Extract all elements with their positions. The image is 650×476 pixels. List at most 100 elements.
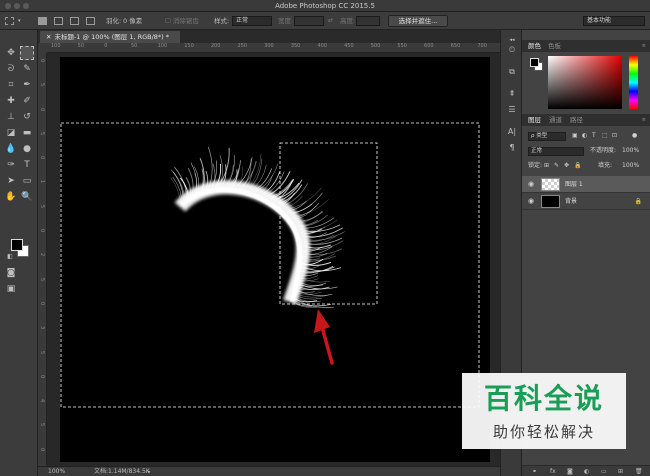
style-select[interactable]: 正常 [232,16,272,26]
vertical-ruler[interactable]: 0 5 0 5 0 1 5 0 2 5 0 3 5 0 4 5 0 [38,53,47,466]
status-menu-arrow-icon[interactable]: ▸ [148,467,151,476]
paragraph-panel-icon[interactable]: ¶ [506,142,518,154]
lasso-tool-icon[interactable]: ᘐ [4,62,18,76]
zoom-level[interactable]: 100% [48,467,65,476]
doc-info[interactable]: 文档:1.14M/834.5K [94,467,150,476]
adjustments-panel-icon[interactable]: ⇞ [506,88,518,100]
filter-smart-icon[interactable]: ⊡ [612,130,617,142]
zoom-tool-icon[interactable]: 🔍 [20,190,34,204]
lock-transparent-icon[interactable]: ⊞ [544,160,549,172]
intersect-selection-icon[interactable] [86,17,95,25]
antialias-checkbox[interactable]: ☐ 消除锯齿 [165,12,199,30]
watermark-title: 百科全说 [483,382,604,415]
layer-row-background[interactable]: ◉ 背景 🔒 [522,193,650,210]
ruler-tick-label: 0 [39,374,45,378]
document-tab-label: 未标题-1 @ 100% (图层 1, RGB/8*) * [54,33,170,41]
rect-marquee-preset-icon[interactable] [5,17,14,25]
canvas-selection-outline [60,122,480,408]
tab-swatches[interactable]: 色板 [548,40,561,52]
ruler-origin[interactable] [38,43,47,53]
new-group-icon[interactable]: ▭ [601,466,607,476]
link-layers-icon[interactable]: ⚭ [532,466,537,476]
layer-name[interactable]: 背景 [565,193,577,210]
visibility-eye-icon[interactable]: ◉ [528,176,536,193]
dodge-tool-icon[interactable]: ● [20,142,34,156]
screen-mode-icon[interactable]: ▣ [4,282,18,296]
default-colors-icon[interactable]: ◧ [3,250,17,264]
tab-paths[interactable]: 路径 [570,114,583,126]
lock-all-icon[interactable]: 🔒 [574,160,581,172]
brush-tool-icon[interactable]: ✐ [20,94,34,108]
feather-input[interactable]: 0 像素 [123,12,142,30]
fill-value[interactable]: 100% [622,160,639,172]
crop-tool-icon[interactable]: ⌗ [4,78,18,92]
hue-slider[interactable] [629,56,638,109]
shape-tool-icon[interactable]: ▭ [20,174,34,188]
tab-layers[interactable]: 图层 [528,114,541,126]
tools-panel: ✥ ᘐ ✎ ⌗ ✒ ✚ ✐ ⊥ ↺ ◪ ▬ 💧 ● ✑ T ➤ ▭ ✋ 🔍 ◧ … [0,30,38,476]
add-selection-icon[interactable] [54,17,63,25]
pen-tool-icon[interactable]: ✑ [4,158,18,172]
height-input[interactable] [356,16,380,26]
rect-marquee-tool-icon[interactable] [20,46,34,60]
blur-tool-icon[interactable]: 💧 [4,142,18,156]
swap-dimensions-icon[interactable]: ⇄ [328,12,333,30]
hand-tool-icon[interactable]: ✋ [4,190,18,204]
filter-toggle-icon[interactable]: ● [632,130,637,142]
layer-name[interactable]: 图层 1 [565,176,583,193]
title-bar: Adobe Photoshop CC 2015.5 [0,0,650,12]
filter-type-icon[interactable]: T [592,130,596,142]
layer-effects-button[interactable]: fx [550,466,556,476]
color-picker-field[interactable] [548,56,622,109]
layers-panel-menu-icon[interactable]: ≡ [642,114,646,126]
healing-brush-tool-icon[interactable]: ✚ [4,94,18,108]
quick-select-tool-icon[interactable]: ✎ [20,62,34,76]
layer-filter-select[interactable]: ρ 类型 [528,132,566,141]
color-panel-menu-icon[interactable]: ≡ [642,40,646,52]
layer-row-layer1[interactable]: ◉ 图层 1 [522,176,650,193]
actions-panel-icon[interactable]: ☰ [506,104,518,116]
visibility-eye-icon[interactable]: ◉ [528,193,536,210]
horizontal-ruler[interactable]: 100 50 0 50 100 150 200 250 300 350 400 450 500 550 60… [47,43,500,53]
select-and-mask-button[interactable]: 选择并遮住... [388,15,448,27]
filter-adjust-icon[interactable]: ◐ [582,130,587,142]
width-input[interactable] [294,16,324,26]
document-canvas[interactable] [60,57,490,462]
path-select-tool-icon[interactable]: ➤ [4,174,18,188]
tab-channels[interactable]: 通道 [549,114,562,126]
opacity-value[interactable]: 100% [622,145,639,157]
lock-position-icon[interactable]: ✥ [564,160,569,172]
eyedropper-tool-icon[interactable]: ✒ [20,78,34,92]
height-label: 高度: [340,17,356,25]
canvas-workspace[interactable] [47,53,500,466]
history-panel-icon[interactable]: ⏲ [506,44,518,56]
style-select-value: 正常 [236,17,249,24]
eraser-tool-icon[interactable]: ◪ [4,126,18,140]
tab-color[interactable]: 颜色 [528,40,541,52]
properties-panel-icon[interactable]: ⧉ [506,66,518,78]
close-doc-icon[interactable]: ✕ [46,33,51,41]
history-brush-tool-icon[interactable]: ↺ [20,110,34,124]
clone-stamp-tool-icon[interactable]: ⊥ [4,110,18,124]
lock-label: 锁定: [528,162,543,169]
quick-mask-icon[interactable]: ◙ [4,266,18,280]
document-tab[interactable]: ✕ 未标题-1 @ 100% (图层 1, RGB/8*) * [40,31,180,43]
workspace-select[interactable]: 基本功能 [583,16,645,26]
subtract-selection-icon[interactable] [70,17,79,25]
panel-foreground-swatch[interactable] [530,58,539,67]
character-panel-icon[interactable]: A| [506,126,518,138]
preset-dropdown-arrow-icon[interactable]: ▾ [18,12,21,30]
filter-pixel-icon[interactable]: ▣ [572,130,578,142]
adjustment-layer-icon[interactable]: ◐ [584,466,589,476]
add-mask-icon[interactable]: ◙ [567,466,573,476]
delete-layer-icon[interactable]: 🗑 [635,466,643,476]
ruler-tick-label: 5 [39,277,45,281]
blend-mode-select[interactable]: 正常 [528,147,584,156]
new-selection-icon[interactable] [38,17,47,25]
gradient-tool-icon[interactable]: ▬ [20,126,34,140]
type-tool-icon[interactable]: T [20,158,34,172]
move-tool-icon[interactable]: ✥ [4,46,18,60]
filter-shape-icon[interactable]: ⬚ [602,130,608,142]
lock-image-icon[interactable]: ✎ [554,160,559,172]
new-layer-icon[interactable]: ⊞ [618,466,623,476]
